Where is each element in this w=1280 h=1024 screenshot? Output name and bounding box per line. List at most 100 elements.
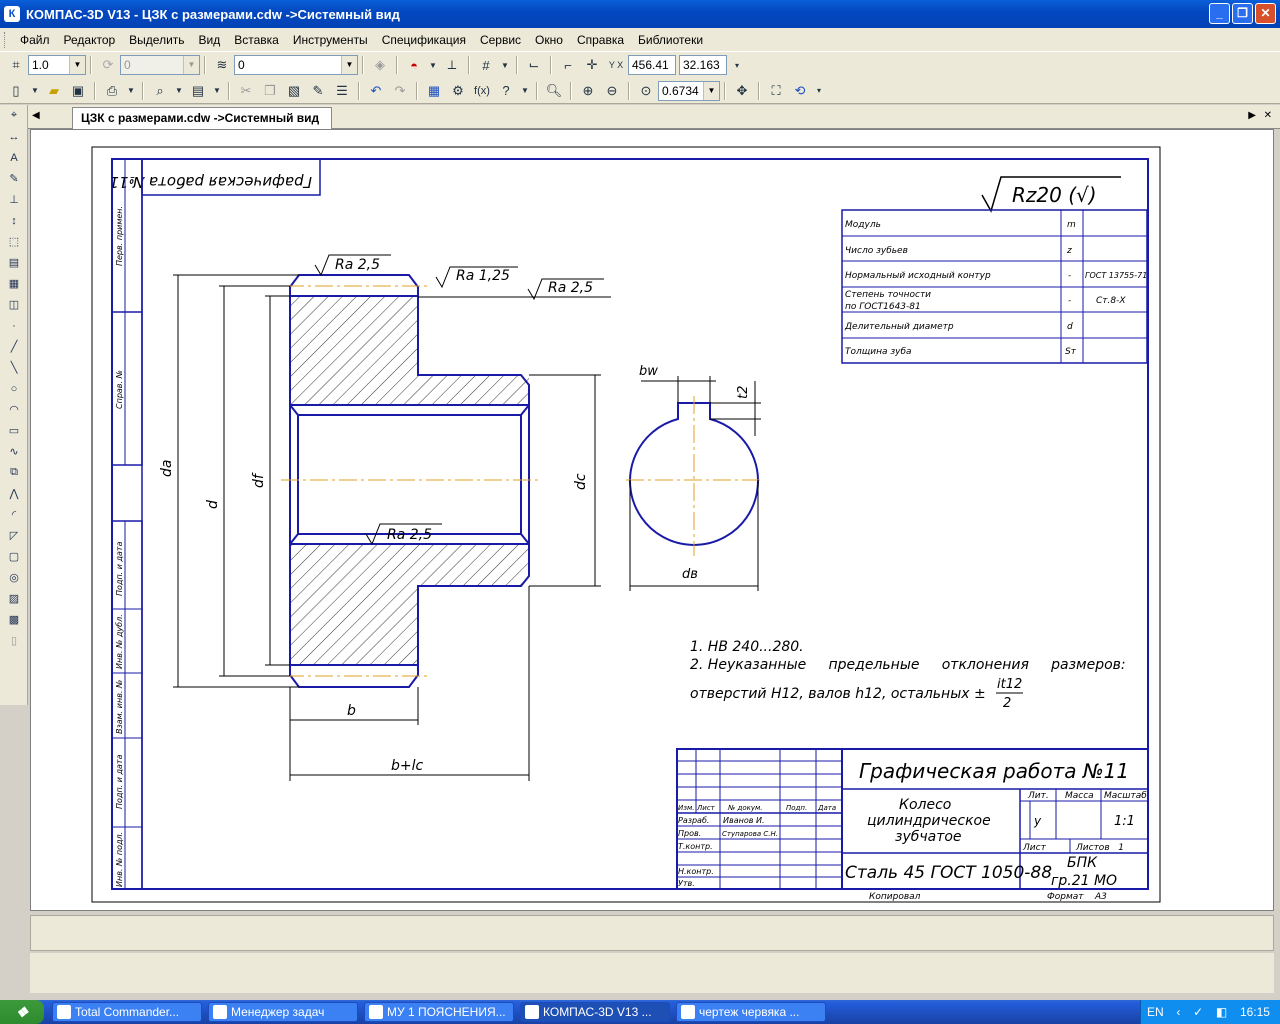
contour-tool-icon[interactable]: ▢ [2, 546, 26, 567]
local-cs-icon[interactable]: ⌙ [523, 54, 545, 76]
menu-service[interactable]: Сервис [473, 33, 528, 47]
more-tools-icon[interactable]: ▯ [2, 630, 26, 651]
fillet-tool-icon[interactable]: ◜ [2, 504, 26, 525]
zoom-in-icon[interactable]: ⊕ [577, 80, 599, 102]
polyline-tool-icon[interactable]: ⋀ [2, 483, 26, 504]
symbols-tool-icon[interactable]: A [2, 147, 26, 168]
minimize-button[interactable]: _ [1209, 3, 1230, 24]
reports-tool-icon[interactable]: ◫ [2, 294, 26, 315]
angle-combo[interactable]: 0 ▼ [120, 55, 200, 75]
copy-icon[interactable]: ❐ [259, 80, 281, 102]
menu-tools[interactable]: Инструменты [286, 33, 375, 47]
print-dropdown-icon[interactable]: ▼ [125, 80, 137, 102]
toolbar-overflow-icon[interactable]: ▾ [731, 54, 743, 76]
task-total-commander[interactable]: Total Commander... [52, 1002, 202, 1022]
cursor-coords-icon[interactable]: ✛ [581, 54, 603, 76]
help-pointer-icon[interactable]: ? [495, 80, 517, 102]
equidistant-tool-icon[interactable]: ◎ [2, 567, 26, 588]
zoom-combo[interactable]: 0.6734 ▼ [658, 80, 720, 101]
zoom-window-icon[interactable]: 🔍︎ [543, 80, 565, 102]
new-dropdown-icon[interactable]: ▼ [29, 80, 41, 102]
menu-help[interactable]: Справка [570, 33, 631, 47]
point-tool-icon[interactable]: · [2, 315, 26, 336]
task-word-doc[interactable]: МУ 1 ПОЯСНЕНИЯ... [364, 1002, 514, 1022]
menu-specification[interactable]: Спецификация [375, 33, 473, 47]
toolbar2-overflow-icon[interactable]: ▾ [813, 80, 825, 102]
undo-icon[interactable]: ↶ [365, 80, 387, 102]
view-state-icon[interactable]: ◈ [369, 54, 391, 76]
fill-tool-icon[interactable]: ▩ [2, 609, 26, 630]
snap-dropdown-icon[interactable]: ▼ [427, 54, 439, 76]
spec-tool-icon[interactable]: ▦ [2, 273, 26, 294]
step-combo[interactable]: 1.0 ▼ [28, 55, 86, 75]
task-task-manager[interactable]: Менеджер задач [208, 1002, 358, 1022]
chamfer-tool-icon[interactable]: ◸ [2, 525, 26, 546]
manager-icon[interactable]: ▤ [187, 80, 209, 102]
tray-arrow-icon[interactable]: ‹ [1176, 1005, 1180, 1019]
properties-brush-icon[interactable]: ✎ [307, 80, 329, 102]
menu-insert[interactable]: Вставка [227, 33, 286, 47]
task-kompas[interactable]: КОМПАС-3D V13 ... [520, 1002, 670, 1022]
libraries-manager-icon[interactable]: ⚙ [447, 80, 469, 102]
tab-scroll-right-icon[interactable]: ▶ [1248, 110, 1256, 121]
layer-combo[interactable]: 0 ▼ [234, 55, 358, 75]
task-chrome[interactable]: чертеж червяка ... [676, 1002, 826, 1022]
tab-close-icon[interactable]: ✕ [1264, 110, 1272, 121]
preview-icon[interactable]: ⌕ [149, 80, 171, 102]
associative-views-icon[interactable]: ▤ [2, 252, 26, 273]
menu-window[interactable]: Окно [528, 33, 570, 47]
step-icon[interactable]: ⌗ [5, 54, 27, 76]
tree-icon[interactable]: ▦ [423, 80, 445, 102]
menu-select[interactable]: Выделить [122, 33, 191, 47]
circle-tool-icon[interactable]: ○ [2, 378, 26, 399]
drawing-canvas[interactable]: Графическая работа №11 Перв. примен. Спр… [30, 129, 1274, 911]
menu-libraries[interactable]: Библиотеки [631, 33, 710, 47]
segment-tool-icon[interactable]: ╲ [2, 357, 26, 378]
refresh-icon[interactable]: ⟲ [789, 80, 811, 102]
variables-icon[interactable]: f(x) [471, 80, 493, 102]
coord-x-field[interactable]: 456.41 [628, 55, 676, 75]
zoom-scale-icon[interactable]: ⊙ [635, 80, 657, 102]
print-icon[interactable]: ⎙ [101, 80, 123, 102]
local-snap-icon[interactable]: ⟂ [441, 54, 463, 76]
spline-tool-icon[interactable]: ∿ [2, 441, 26, 462]
redo-icon[interactable]: ↷ [389, 80, 411, 102]
coord-y-field[interactable]: 32.163 [679, 55, 727, 75]
edit-tool-icon[interactable]: ✎ [2, 168, 26, 189]
open-folder-icon[interactable]: ▰ [43, 80, 65, 102]
network-icon[interactable]: ✓ [1193, 1005, 1203, 1019]
menu-view[interactable]: Вид [192, 33, 228, 47]
geometry-tool-icon[interactable]: ⌖ [2, 105, 26, 126]
tab-scroll-left-icon[interactable]: ◀ [32, 110, 40, 121]
close-button[interactable]: ✕ [1255, 3, 1276, 24]
auxline-tool-icon[interactable]: ╱ [2, 336, 26, 357]
paste-icon[interactable]: ▧ [283, 80, 305, 102]
save-icon[interactable]: ▣ [67, 80, 89, 102]
dimensions-tool-icon[interactable]: ↔ [2, 126, 26, 147]
preview-dropdown-icon[interactable]: ▼ [173, 80, 185, 102]
grid-icon[interactable]: # [475, 54, 497, 76]
pan-icon[interactable]: ✥ [731, 80, 753, 102]
properties-list-icon[interactable]: ☰ [331, 80, 353, 102]
arc-tool-icon[interactable]: ◠ [2, 399, 26, 420]
help-dropdown-icon[interactable]: ▼ [519, 80, 531, 102]
grid-dropdown-icon[interactable]: ▼ [499, 54, 511, 76]
layers-icon[interactable]: ≋ [211, 54, 233, 76]
menu-editor[interactable]: Редактор [57, 33, 123, 47]
select-tool-icon[interactable]: ⬚ [2, 231, 26, 252]
show-all-icon[interactable]: ⛶ [765, 80, 787, 102]
tray-app-icon[interactable]: ◧ [1216, 1005, 1227, 1019]
maximize-button[interactable]: ❐ [1232, 3, 1253, 24]
offset-tool-icon[interactable]: ⧉ [2, 462, 26, 483]
hatch-tool-icon[interactable]: ▨ [2, 588, 26, 609]
tab-document[interactable]: ЦЗК с размерами.cdw ->Системный вид [72, 107, 333, 129]
drawing-sheet[interactable]: Графическая работа №11 Перв. примен. Спр… [31, 130, 1275, 912]
measure-tool-icon[interactable]: ↕ [2, 210, 26, 231]
zoom-out-icon[interactable]: ⊖ [601, 80, 623, 102]
new-document-icon[interactable]: ▯ [5, 80, 27, 102]
parametrization-tool-icon[interactable]: ⊥ [2, 189, 26, 210]
start-button[interactable]: ❖ [0, 1000, 44, 1024]
manager-dropdown-icon[interactable]: ▼ [211, 80, 223, 102]
snap-magnet-icon[interactable]: ◓ [403, 54, 425, 76]
menu-file[interactable]: Файл [13, 33, 57, 47]
